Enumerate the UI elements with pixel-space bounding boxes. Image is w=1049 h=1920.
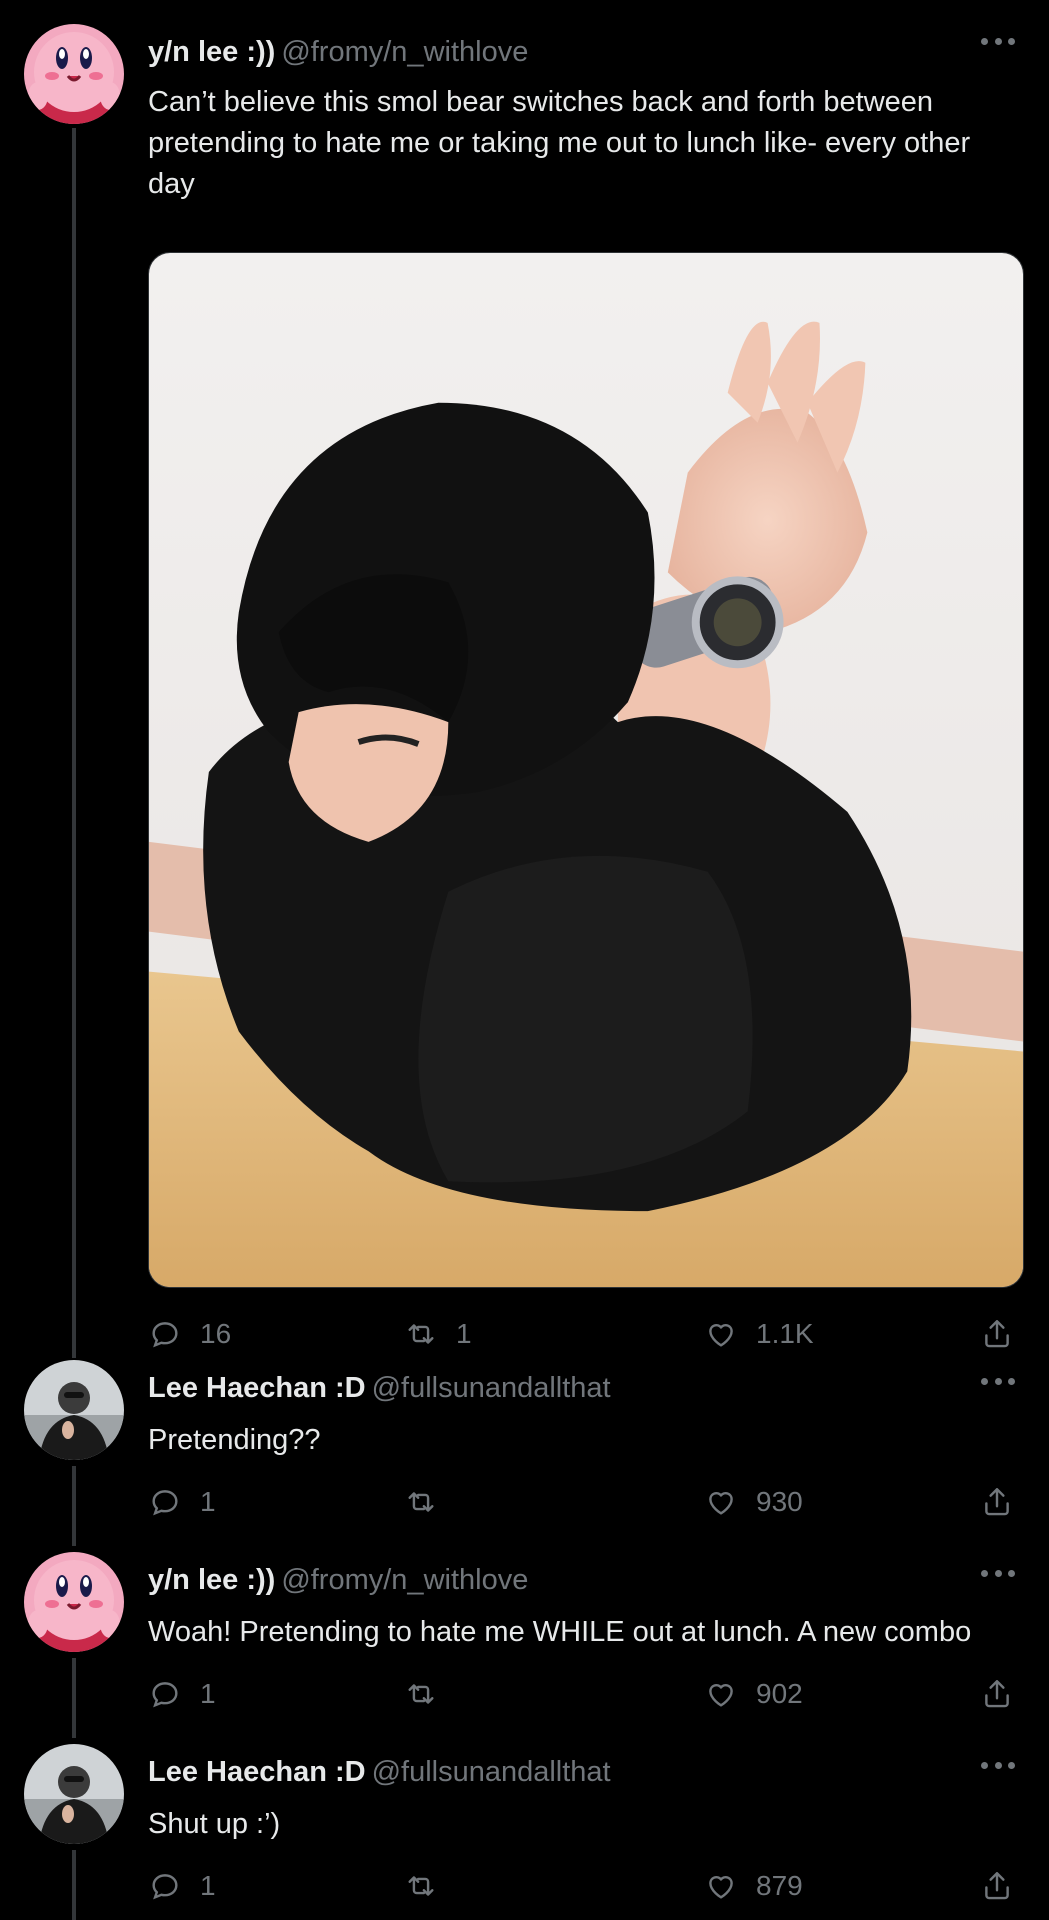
retweet-icon bbox=[408, 1492, 434, 1512]
reply-icon bbox=[152, 1874, 178, 1900]
reply-icon bbox=[152, 1490, 178, 1516]
retweet-button[interactable] bbox=[404, 1866, 438, 1906]
tweet[interactable]: Lee Haechan :D @fullsunandallthat Shut up… bbox=[0, 1744, 1049, 1920]
reply-thread: y/n lee :)) @fromy/n_withlove Can’t belie… bbox=[0, 0, 1049, 1920]
like-button[interactable]: 1.1K bbox=[704, 1314, 814, 1354]
person-photo-avatar[interactable] bbox=[24, 1744, 124, 1844]
share-icon bbox=[985, 1488, 1009, 1516]
like-button[interactable]: 930 bbox=[704, 1482, 803, 1522]
display-name[interactable]: y/n lee :)) bbox=[148, 1564, 275, 1596]
like-count: 879 bbox=[756, 1870, 803, 1901]
retweet-button[interactable] bbox=[404, 1674, 438, 1714]
more-options-icon[interactable] bbox=[981, 1758, 1015, 1772]
tweet-header: y/n lee :)) @fromy/n_withlove bbox=[148, 1560, 528, 1600]
user-handle[interactable]: @fromy/n_withlove bbox=[281, 36, 528, 68]
like-count: 902 bbox=[756, 1678, 803, 1709]
retweet-icon bbox=[408, 1324, 434, 1344]
reply-count: 1 bbox=[200, 1486, 216, 1517]
tweet-text-line: Can’t believe this smol bear switches ba… bbox=[148, 86, 934, 118]
like-count: 1.1K bbox=[756, 1318, 814, 1349]
share-button[interactable] bbox=[980, 1866, 1014, 1906]
heart-icon bbox=[709, 1324, 733, 1347]
person-photo-avatar[interactable] bbox=[24, 1360, 124, 1460]
tweet-text: Pretending?? bbox=[148, 1420, 1028, 1461]
heart-icon bbox=[709, 1876, 733, 1899]
share-button[interactable] bbox=[980, 1674, 1014, 1714]
user-handle[interactable]: @fullsunandallthat bbox=[372, 1372, 611, 1404]
tweet-text-line: day bbox=[148, 168, 195, 200]
tweet-actions: 1 879 bbox=[0, 1866, 1049, 1906]
tweet-actions: 16 1 1.1K bbox=[0, 1314, 1049, 1354]
reply-count: 16 bbox=[200, 1318, 232, 1349]
tweet-text: Can’t believe this smol bear switches ba… bbox=[148, 82, 1028, 205]
reply-button[interactable]: 16 bbox=[148, 1314, 231, 1354]
more-options-icon[interactable] bbox=[981, 1566, 1015, 1580]
tweet-header: y/n lee :)) @fromy/n_withlove bbox=[148, 32, 528, 72]
like-count: 930 bbox=[756, 1486, 803, 1517]
tweet-actions: 1 902 bbox=[0, 1674, 1049, 1714]
tweet-photo[interactable] bbox=[148, 252, 1024, 1288]
heart-icon bbox=[709, 1684, 733, 1707]
like-button[interactable]: 902 bbox=[704, 1674, 803, 1714]
retweet-icon bbox=[408, 1876, 434, 1896]
reply-button[interactable]: 1 bbox=[148, 1674, 216, 1714]
retweet-count: 1 bbox=[456, 1318, 472, 1349]
more-options-icon[interactable] bbox=[981, 34, 1015, 48]
user-handle[interactable]: @fullsunandallthat bbox=[372, 1756, 611, 1788]
display-name[interactable]: Lee Haechan :D bbox=[148, 1756, 366, 1788]
retweet-icon bbox=[408, 1684, 434, 1704]
reply-icon bbox=[152, 1682, 178, 1708]
retweet-button[interactable]: 1 bbox=[404, 1314, 472, 1354]
display-name[interactable]: Lee Haechan :D bbox=[148, 1372, 366, 1404]
reply-count: 1 bbox=[200, 1678, 216, 1709]
reply-button[interactable]: 1 bbox=[148, 1866, 216, 1906]
tweet[interactable]: y/n lee :)) @fromy/n_withlove Can’t belie… bbox=[0, 24, 1049, 1364]
tweet-actions: 1 930 bbox=[0, 1482, 1049, 1522]
display-name[interactable]: y/n lee :)) bbox=[148, 36, 275, 68]
tweet-header: Lee Haechan :D @fullsunandallthat bbox=[148, 1752, 611, 1792]
tweet-text-line: pretending to hate me or taking me out t… bbox=[148, 127, 971, 159]
heart-icon bbox=[709, 1492, 733, 1515]
reply-count: 1 bbox=[200, 1870, 216, 1901]
more-options-icon[interactable] bbox=[981, 1374, 1015, 1388]
tweet[interactable]: y/n lee :)) @fromy/n_withlove Woah! Prete… bbox=[0, 1552, 1049, 1742]
share-icon bbox=[985, 1320, 1009, 1348]
tweet-text: Shut up :’) bbox=[148, 1804, 1028, 1845]
tweet-header: Lee Haechan :D @fullsunandallthat bbox=[148, 1368, 611, 1408]
share-button[interactable] bbox=[980, 1482, 1014, 1522]
share-icon bbox=[985, 1872, 1009, 1900]
tweet-text-line: Shut up :’) bbox=[148, 1808, 281, 1840]
tweet-text-line: Woah! Pretending to hate me WHILE out at… bbox=[148, 1616, 972, 1648]
reply-button[interactable]: 1 bbox=[148, 1482, 216, 1522]
like-button[interactable]: 879 bbox=[704, 1866, 803, 1906]
tweet-text: Woah! Pretending to hate me WHILE out at… bbox=[148, 1612, 1028, 1653]
tweet-text-line: Pretending?? bbox=[148, 1424, 321, 1456]
kirby-avatar[interactable] bbox=[24, 1552, 124, 1652]
share-button[interactable] bbox=[980, 1314, 1014, 1354]
tweet[interactable]: Lee Haechan :D @fullsunandallthat Pretend… bbox=[0, 1360, 1049, 1550]
user-handle[interactable]: @fromy/n_withlove bbox=[281, 1564, 528, 1596]
reply-icon bbox=[152, 1322, 178, 1348]
retweet-button[interactable] bbox=[404, 1482, 438, 1522]
kirby-avatar[interactable] bbox=[24, 24, 124, 124]
share-icon bbox=[985, 1680, 1009, 1708]
